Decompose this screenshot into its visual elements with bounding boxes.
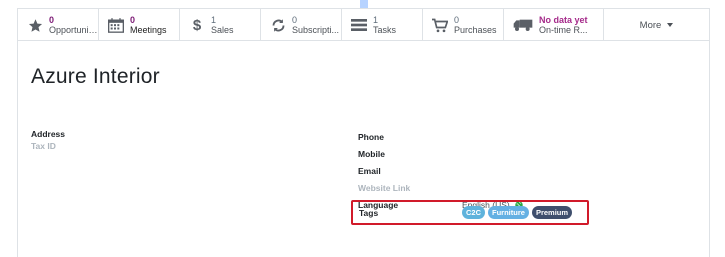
purchases-label: Purchases [454, 25, 497, 35]
tags-label: Tags [359, 207, 379, 218]
tags-highlight-box: Tags C2C Furniture Premium [351, 200, 589, 225]
mobile-row: Mobile [358, 145, 598, 162]
subscriptions-label: Subscripti... [292, 25, 340, 35]
on-time-rate-label: On-time R... [539, 25, 588, 35]
tag-furniture[interactable]: Furniture [488, 206, 529, 219]
address-group: Address Tax ID [31, 128, 65, 152]
sales-button[interactable]: $ 1 Sales [180, 9, 261, 41]
on-time-rate-value: No data yet [539, 15, 588, 25]
meetings-count: 0 [130, 15, 136, 25]
tasks-label: Tasks [373, 25, 397, 35]
more-dropdown-button[interactable]: More [604, 9, 709, 41]
tax-id-label: Tax ID [31, 141, 56, 151]
tasks-button[interactable]: 1 Tasks [342, 9, 423, 41]
chevron-down-icon [667, 23, 674, 27]
tasks-count: 1 [373, 15, 379, 25]
tag-c2c[interactable]: C2C [462, 206, 486, 219]
website-row: Website Link [358, 179, 598, 196]
on-time-rate-button[interactable]: No data yet On-time R... [504, 9, 604, 41]
star-icon [26, 16, 44, 34]
truck-icon [512, 16, 534, 34]
partner-name-field[interactable]: Azure Interior [31, 65, 160, 89]
purchases-count: 0 [454, 15, 460, 25]
sales-count: 1 [211, 15, 217, 25]
tasks-icon [350, 16, 368, 34]
phone-row: Phone [358, 128, 598, 145]
cart-icon [431, 16, 449, 34]
mobile-label: Mobile [358, 148, 385, 159]
opportunities-button[interactable]: 0 Opportunit... [18, 9, 99, 41]
sales-label: Sales [211, 25, 234, 35]
phone-label: Phone [358, 131, 384, 142]
email-row: Email [358, 162, 598, 179]
subscriptions-count: 0 [292, 15, 298, 25]
meetings-label: Meetings [130, 25, 167, 35]
address-label: Address [31, 129, 66, 139]
subscriptions-button[interactable]: 0 Subscripti... [261, 9, 342, 41]
refresh-icon [269, 16, 287, 34]
more-label: More [639, 19, 662, 31]
calendar-icon [107, 16, 125, 34]
opportunities-label: Opportunit... [49, 25, 98, 35]
smart-button-box: 0 Opportunit... 0 Meetings $ 1 Sales 0 S… [18, 9, 709, 41]
purchases-button[interactable]: 0 Purchases [423, 9, 504, 41]
form-sheet: 0 Opportunit... 0 Meetings $ 1 Sales 0 S… [17, 8, 710, 257]
tag-premium[interactable]: Premium [531, 206, 573, 219]
opportunities-count: 0 [49, 15, 55, 25]
website-label: Website Link [358, 182, 411, 193]
email-label: Email [358, 165, 381, 176]
meetings-button[interactable]: 0 Meetings [99, 9, 180, 41]
dollar-icon: $ [192, 16, 202, 34]
